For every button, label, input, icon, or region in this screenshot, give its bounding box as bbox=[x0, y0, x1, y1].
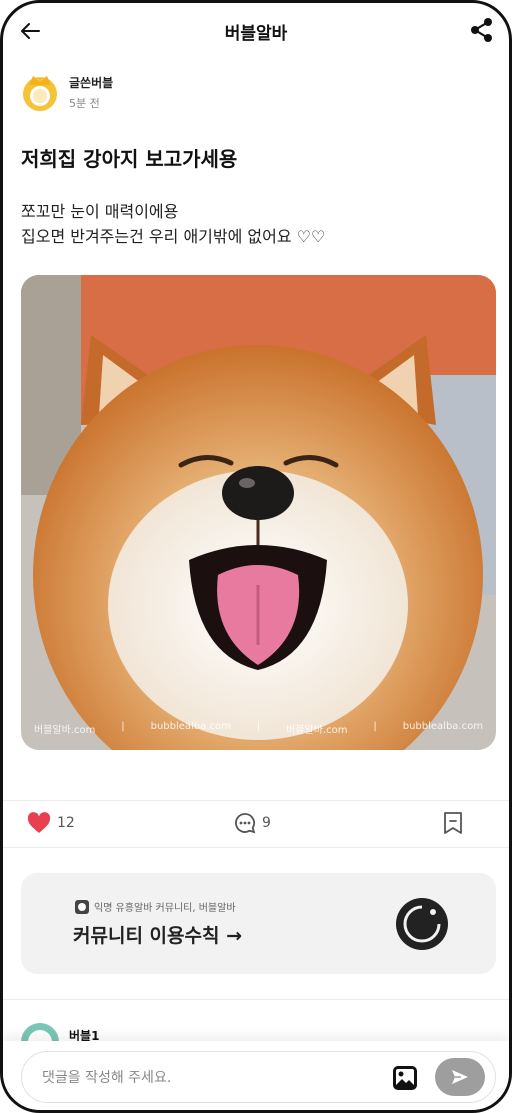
top-bar: 버블알바 bbox=[3, 3, 509, 59]
comment-button[interactable]: 9 bbox=[234, 812, 271, 834]
heart-icon bbox=[27, 812, 51, 833]
post-time: 5분 전 bbox=[69, 96, 100, 110]
post-author[interactable]: 글쓴버블 5분 전 bbox=[21, 73, 113, 111]
comment-count: 9 bbox=[262, 815, 271, 831]
watermark-separator: | bbox=[373, 721, 377, 732]
bubble-logo-icon bbox=[75, 899, 89, 914]
watermark-text: 버블알바.com bbox=[33, 725, 96, 736]
post-body-line: 집오면 반겨주는건 우리 애기밖에 없어요 ♡♡ bbox=[21, 227, 326, 246]
send-icon bbox=[452, 1070, 468, 1084]
banner-subtitle: 익명 유흥알바 커뮤니티, 버블알바 bbox=[94, 903, 236, 914]
watermark-text: bubblealba.com bbox=[150, 721, 231, 732]
like-count: 12 bbox=[57, 815, 75, 831]
watermark-separator: | bbox=[121, 721, 125, 732]
comment-input-box bbox=[21, 1051, 496, 1103]
community-rules-banner[interactable]: 익명 유흥알바 커뮤니티, 버블알바 커뮤니티 이용수칙 → bbox=[21, 873, 496, 974]
send-button[interactable] bbox=[435, 1058, 485, 1096]
bookmark-icon[interactable] bbox=[442, 811, 464, 835]
dog-photo bbox=[21, 275, 496, 750]
divider bbox=[3, 847, 509, 848]
share-icon[interactable] bbox=[469, 17, 495, 43]
image-watermark: 버블알바.com | bubblealba.com | 버블알바.com | b… bbox=[21, 721, 496, 736]
post-body: 쪼꼬만 눈이 매력이에용 집오면 반겨주는건 우리 애기밖에 없어요 ♡♡ bbox=[21, 199, 325, 249]
post-title: 저희집 강아지 보고가세용 bbox=[21, 147, 238, 171]
crown-avatar-icon bbox=[23, 76, 57, 111]
watermark-separator: | bbox=[256, 721, 261, 732]
comment-input[interactable] bbox=[42, 1066, 382, 1090]
post-actions: 12 9 bbox=[3, 801, 509, 847]
page-title: 버블알바 bbox=[224, 23, 288, 44]
speech-bubble-icon bbox=[235, 813, 256, 834]
post-image[interactable]: 버블알바.com | bubblealba.com | 버블알바.com | b… bbox=[21, 275, 496, 750]
author-name: 글쓴버블 bbox=[69, 75, 114, 90]
app-frame: 버블알바 글쓴버블 5분 전 저희집 강아지 보고가세용 쪼꼬만 눈이 매력이에… bbox=[0, 0, 512, 1113]
banner-label: 커뮤니티 이용수칙 → bbox=[73, 925, 242, 947]
watermark-text: 버블알바.com bbox=[286, 725, 348, 736]
watermark-text: bubblealba.com bbox=[402, 721, 483, 732]
image-icon[interactable] bbox=[392, 1065, 418, 1091]
back-arrow-icon[interactable] bbox=[17, 17, 45, 45]
divider bbox=[3, 999, 509, 1000]
post-body-line: 쪼꼬만 눈이 매력이에용 bbox=[21, 202, 179, 221]
comment-composer bbox=[3, 1041, 509, 1110]
ring-icon bbox=[396, 898, 448, 950]
banner-subtitle-row: 익명 유흥알바 커뮤니티, 버블알바 bbox=[75, 899, 236, 914]
like-button[interactable]: 12 bbox=[27, 812, 75, 834]
